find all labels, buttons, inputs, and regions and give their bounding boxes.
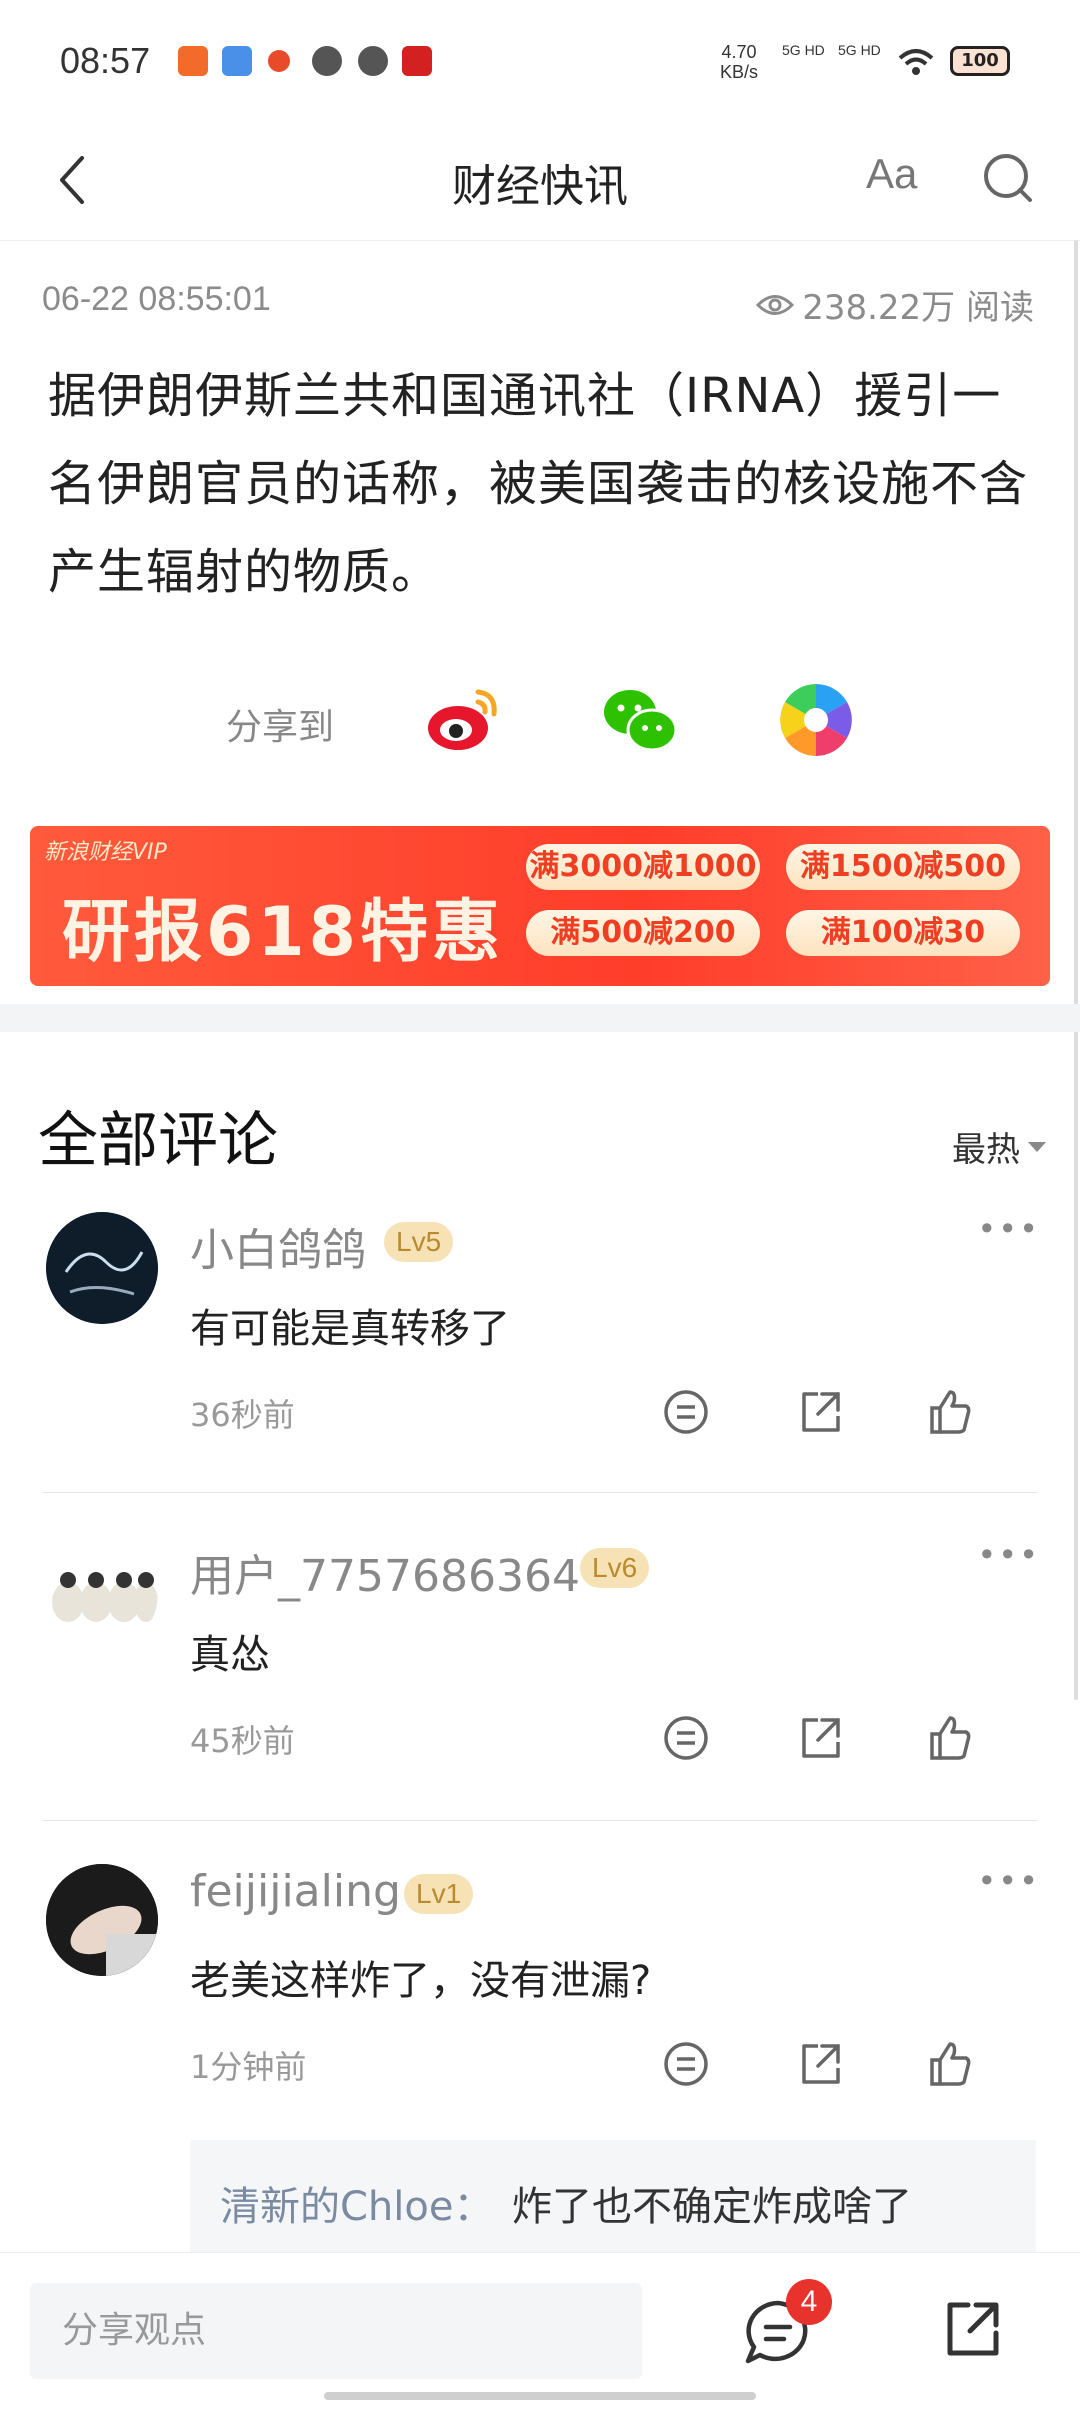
more-options-icon[interactable]: ••• (977, 1536, 1040, 1574)
battery-icon: 100 (950, 46, 1010, 76)
level-badge: Lv6 (580, 1548, 650, 1588)
coupon[interactable]: 满100减30 (786, 910, 1020, 956)
views-count: 238.22万 阅读 (802, 288, 1034, 328)
scrollbar[interactable] (1074, 240, 1078, 1700)
coupon[interactable]: 满500减200 (526, 910, 760, 956)
network-speed: 4.70 KB/s (720, 42, 758, 82)
comment-text: 真怂 (190, 1632, 270, 1678)
article-body: 据伊朗伊斯兰共和国通讯社（IRNA）援引一名伊朗官员的话称，被美国袭击的核设施不… (48, 368, 1029, 600)
comment-username[interactable]: feijijialing (190, 1866, 401, 1917)
avatar-image (46, 1864, 158, 1976)
divider (42, 1820, 1038, 1821)
home-indicator[interactable] (324, 2392, 756, 2400)
message-notification-icon (358, 46, 388, 76)
avatar-image (52, 1572, 158, 1622)
comment-time: 36秒前 (190, 1396, 295, 1434)
comment-time: 1分钟前 (190, 2048, 307, 2086)
avatar[interactable] (46, 1538, 158, 1650)
reply-icon[interactable] (660, 1712, 712, 1764)
level-badge: Lv1 (404, 1874, 474, 1914)
wechat-icon[interactable] (600, 680, 680, 760)
reply-icon[interactable] (660, 1386, 712, 1438)
comment-input[interactable]: 分享观点 (30, 2283, 642, 2379)
comments-title: 全部评论 (38, 1106, 278, 1176)
app-notification-icon (222, 46, 252, 76)
article-views: 238.22万 阅读 (756, 280, 1034, 329)
signal-5g-1: 5G HD (782, 42, 825, 58)
comment-count-badge: 4 (786, 2279, 832, 2325)
reply-icon[interactable] (660, 2038, 712, 2090)
level-badge: Lv5 (384, 1222, 454, 1262)
divider (42, 1492, 1038, 1493)
sort-dropdown[interactable]: 最热 (952, 1122, 1046, 1171)
comment-username[interactable]: 用户_7757686364 (190, 1540, 580, 1604)
reply-username[interactable]: 清新的Chloe： (220, 2174, 493, 2232)
comment-text: 老美这样炸了，没有泄漏? (190, 1958, 652, 2004)
comment-username[interactable]: 小白鸽鸽 (190, 1214, 366, 1278)
avatar-image (46, 1212, 158, 1324)
article-time: 06-22 08:55:01 (42, 280, 271, 318)
share-icon[interactable] (794, 2038, 846, 2090)
coupon[interactable]: 满1500减500 (786, 844, 1020, 890)
banner-brand: 新浪财经VIP (44, 840, 167, 865)
font-size-button[interactable]: Aa (866, 150, 917, 198)
wifi-icon (898, 49, 934, 75)
share-label: 分享到 (226, 707, 335, 748)
caret-down-icon (1028, 1141, 1046, 1152)
like-icon[interactable] (924, 1386, 976, 1438)
status-time: 08:57 (60, 40, 151, 81)
wechat-notification-icon (312, 46, 342, 76)
net-speed-value: 4.70 (721, 42, 757, 62)
banner-headline: 研报618特惠 (62, 893, 504, 972)
bottom-bar: 分享观点 4 (0, 2252, 1080, 2409)
comment-text: 有可能是真转移了 (190, 1306, 510, 1352)
avatar[interactable] (46, 1212, 158, 1324)
net-speed-unit: KB/s (720, 62, 759, 82)
app-notification-icon (268, 50, 290, 72)
more-options-icon[interactable]: ••• (977, 1210, 1040, 1248)
like-icon[interactable] (924, 2038, 976, 2090)
share-icon[interactable] (940, 2297, 1004, 2361)
signal-5g-2: 5G HD (838, 42, 881, 58)
avatar[interactable] (46, 1864, 158, 1976)
moments-icon[interactable] (776, 680, 856, 760)
status-bar: 08:57 4.70 KB/s 5G HD 5G HD 100 (0, 0, 1080, 120)
app-notification-icon (402, 46, 432, 76)
promo-banner[interactable]: 新浪财经VIP 研报618特惠 满3000减1000 满1500减500 满50… (30, 826, 1050, 986)
eye-icon (756, 294, 795, 315)
nested-reply[interactable]: 清新的Chloe： 炸了也不确定炸成啥了 (190, 2140, 1036, 2260)
search-icon[interactable] (980, 150, 1036, 206)
more-options-icon[interactable]: ••• (977, 1862, 1040, 1900)
share-icon[interactable] (794, 1386, 846, 1438)
comment-time: 45秒前 (190, 1722, 295, 1760)
weibo-icon[interactable] (424, 680, 504, 760)
app-notification-icon (178, 46, 208, 76)
section-divider (0, 1004, 1080, 1032)
coupon[interactable]: 满3000减1000 (526, 844, 760, 890)
page-title: 财经快讯 (452, 161, 628, 212)
sort-label: 最热 (952, 1130, 1020, 1170)
like-icon[interactable] (924, 1712, 976, 1764)
share-icon[interactable] (794, 1712, 846, 1764)
reply-text: 炸了也不确定炸成啥了 (512, 2184, 912, 2230)
nav-bar: 财经快讯 Aa (0, 120, 1080, 241)
